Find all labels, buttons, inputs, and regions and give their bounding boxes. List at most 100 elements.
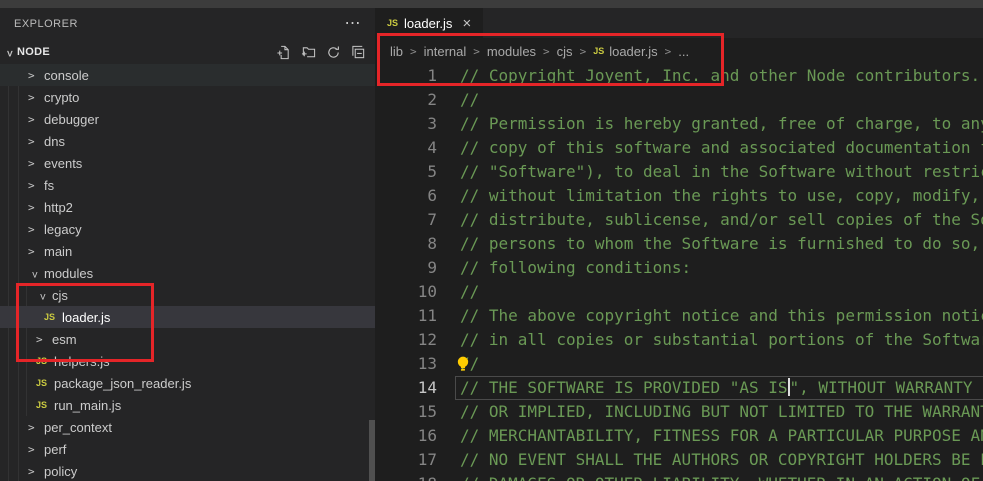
code-line-8[interactable]: 8// persons to whom the Software is furn… [375, 232, 983, 256]
tree-item-dns[interactable]: >dns [0, 130, 375, 152]
title-bar [0, 0, 983, 8]
tree-item-esm[interactable]: >esm [0, 328, 375, 350]
breadcrumb-item-cjs[interactable]: cjs [557, 44, 573, 59]
js-file-icon: JS [36, 378, 52, 388]
js-file-icon: JS [387, 18, 398, 28]
code-line-5[interactable]: 5// "Software"), to deal in the Software… [375, 160, 983, 184]
code-line-7[interactable]: 7// distribute, sublicense, and/or sell … [375, 208, 983, 232]
tree-item-label: main [44, 244, 72, 259]
tab-loader-js[interactable]: JS loader.js × [375, 8, 483, 38]
line-number: 18 [375, 472, 437, 481]
code-text: // Permission is hereby granted, free of… [460, 112, 983, 136]
tree-item-run-main-js[interactable]: JSrun_main.js [0, 394, 375, 416]
tree-item-fs[interactable]: >fs [0, 174, 375, 196]
code-line-18[interactable]: 18// DAMAGES OR OTHER LIABILITY, WHETHER… [375, 472, 983, 481]
breadcrumb-item-loader-js[interactable]: JS loader.js [593, 44, 657, 59]
line-number: 4 [375, 136, 437, 160]
close-icon[interactable]: × [462, 15, 471, 32]
tree-item-label: cjs [52, 288, 68, 303]
tree-item-policy[interactable]: >policy [0, 460, 375, 481]
node-section-header[interactable]: > NODE [0, 40, 375, 64]
code-text: // The above copyright notice and this p… [460, 304, 983, 328]
chevron-right-icon: > [28, 157, 42, 170]
tree-item-label: http2 [44, 200, 73, 215]
tree-item-label: perf [44, 442, 66, 457]
code-line-16[interactable]: 16// MERCHANTABILITY, FITNESS FOR A PART… [375, 424, 983, 448]
line-number: 6 [375, 184, 437, 208]
code-line-1[interactable]: 1 // Copyright Joyent, Inc. and other Nod… [375, 64, 983, 88]
code-text: // OR IMPLIED, INCLUDING BUT NOT LIMITED… [460, 400, 983, 424]
chevron-right-icon: > [28, 135, 42, 148]
code-text: // Copyright Joyent, Inc. and other Node… [460, 64, 983, 88]
breadcrumb-item-lib[interactable]: lib [390, 44, 403, 59]
new-file-icon[interactable] [275, 44, 291, 60]
line-number: 2 [375, 88, 437, 112]
explorer-sidebar: EXPLORER ⋯ > NODE [0, 8, 375, 481]
breadcrumb-separator-icon: > [658, 45, 679, 58]
line-number: 5 [375, 160, 437, 184]
tree-item-modules[interactable]: >modules [0, 262, 375, 284]
breadcrumb: lib>internal>modules>cjs>JSloader.js>... [375, 38, 983, 64]
breadcrumb-item-modules[interactable]: modules [487, 44, 536, 59]
line-number: 9 [375, 256, 437, 280]
tree-item-crypto[interactable]: >crypto [0, 86, 375, 108]
chevron-right-icon: > [28, 113, 42, 126]
vscode-window: EXPLORER ⋯ > NODE [0, 0, 983, 481]
code-line-3[interactable]: 3// Permission is hereby granted, free o… [375, 112, 983, 136]
tree-item-label: package_json_reader.js [54, 376, 191, 391]
tree-item-package-json-reader-js[interactable]: JSpackage_json_reader.js [0, 372, 375, 394]
refresh-icon[interactable] [325, 44, 341, 60]
tree-item-events[interactable]: >events [0, 152, 375, 174]
tree-item-label: crypto [44, 90, 79, 105]
tree-item-label: esm [52, 332, 77, 347]
tree-item-label: run_main.js [54, 398, 121, 413]
tree-item-perf[interactable]: >perf [0, 438, 375, 460]
tree-item-label: loader.js [62, 310, 110, 325]
new-folder-icon[interactable] [300, 44, 316, 60]
js-file-icon: JS [593, 46, 604, 56]
tree-item-legacy[interactable]: >legacy [0, 218, 375, 240]
code-line-2[interactable]: 2// [375, 88, 983, 112]
breadcrumb-item-label: ... [678, 44, 689, 59]
tree-item-loader-js[interactable]: JSloader.js [0, 306, 375, 328]
line-number: 15 [375, 400, 437, 424]
js-file-icon: JS [36, 400, 52, 410]
tree-item-label: legacy [44, 222, 82, 237]
tree-item-debugger[interactable]: >debugger [0, 108, 375, 130]
breadcrumb-item--[interactable]: ... [678, 44, 689, 59]
code-line-12[interactable]: 12// in all copies or substantial portio… [375, 328, 983, 352]
more-actions-icon[interactable]: ⋯ [345, 16, 362, 32]
breadcrumb-item-label: modules [487, 44, 536, 59]
file-tree: >console>crypto>debugger>dns>events>fs>h… [0, 64, 375, 481]
code-area[interactable]: 1 // Copyright Joyent, Inc. and other Nod… [375, 64, 983, 481]
code-line-11[interactable]: 11// The above copyright notice and this… [375, 304, 983, 328]
code-line-14[interactable]: 14// THE SOFTWARE IS PROVIDED "AS IS", W… [375, 376, 983, 400]
lightbulb-icon[interactable] [454, 355, 472, 373]
tree-item-label: helpers.js [54, 354, 110, 369]
js-file-icon: JS [36, 356, 52, 366]
js-file-icon: JS [44, 312, 60, 322]
line-number: 1 [375, 64, 437, 88]
tree-item-cjs[interactable]: >cjs [0, 284, 375, 306]
code-line-4[interactable]: 4// copy of this software and associated… [375, 136, 983, 160]
tree-item-console[interactable]: >console [0, 64, 375, 86]
line-number: 17 [375, 448, 437, 472]
tree-item-helpers-js[interactable]: JShelpers.js [0, 350, 375, 372]
tree-item-label: fs [44, 178, 54, 193]
breadcrumb-item-label: loader.js [609, 44, 657, 59]
chevron-right-icon: > [28, 69, 42, 82]
tree-item-label: dns [44, 134, 65, 149]
chevron-right-icon: > [28, 443, 42, 456]
node-section-label: NODE [17, 46, 50, 58]
breadcrumb-item-internal[interactable]: internal [424, 44, 467, 59]
line-number: 7 [375, 208, 437, 232]
code-line-15[interactable]: 15 // OR IMPLIED, INCLUDING BUT NOT LIMIT… [375, 400, 983, 424]
code-line-6[interactable]: 6// without limitation the rights to use… [375, 184, 983, 208]
tree-item-http2[interactable]: >http2 [0, 196, 375, 218]
tree-item-per-context[interactable]: >per_context [0, 416, 375, 438]
tree-item-main[interactable]: >main [0, 240, 375, 262]
code-line-9[interactable]: 9// following conditions: [375, 256, 983, 280]
code-line-17[interactable]: 17// NO EVENT SHALL THE AUTHORS OR COPYR… [375, 448, 983, 472]
collapse-all-icon[interactable] [350, 44, 366, 60]
code-line-10[interactable]: 10// [375, 280, 983, 304]
